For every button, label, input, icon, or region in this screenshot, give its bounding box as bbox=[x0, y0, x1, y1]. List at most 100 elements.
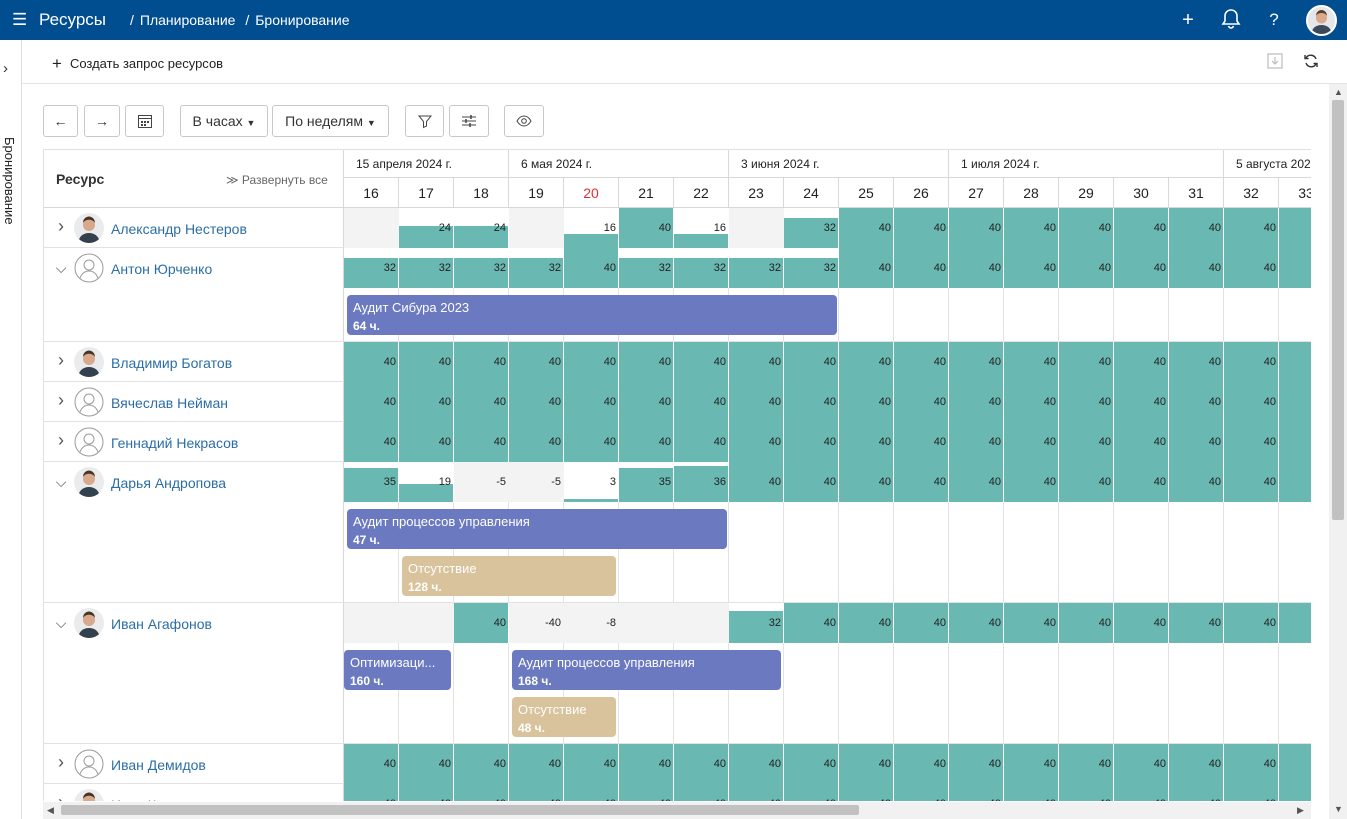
week-header[interactable]: 27 bbox=[949, 178, 1004, 208]
add-icon[interactable]: + bbox=[1176, 8, 1200, 32]
capacity-cell[interactable]: 40 bbox=[344, 744, 399, 784]
capacity-cell[interactable]: 40 bbox=[839, 462, 894, 502]
resource-name[interactable]: Вячеслав Нейман bbox=[111, 395, 228, 411]
capacity-cell[interactable]: 40 bbox=[674, 422, 729, 462]
capacity-cell[interactable]: 40 bbox=[949, 462, 1004, 502]
capacity-cell[interactable]: 40 bbox=[564, 744, 619, 784]
capacity-cell[interactable]: 40 bbox=[729, 784, 784, 801]
capacity-cell[interactable]: 40 bbox=[344, 382, 399, 422]
capacity-cell[interactable]: 40 bbox=[1224, 784, 1279, 801]
capacity-cell[interactable]: 40 bbox=[1059, 342, 1114, 382]
help-icon[interactable]: ? bbox=[1262, 8, 1286, 32]
capacity-cell[interactable] bbox=[729, 208, 784, 248]
capacity-cell[interactable] bbox=[1279, 603, 1311, 643]
capacity-cell[interactable]: 32 bbox=[784, 208, 839, 248]
capacity-cell[interactable]: 40 bbox=[1224, 248, 1279, 288]
scroll-left-icon[interactable]: ◀ bbox=[47, 805, 54, 816]
capacity-cell[interactable]: 40 bbox=[399, 382, 454, 422]
chevron-down-icon[interactable]: ⌵ bbox=[54, 474, 68, 491]
resource-row[interactable]: › Владимир Богатов bbox=[44, 342, 344, 382]
units-dropdown[interactable]: В часах ▼ bbox=[180, 105, 268, 137]
notifications-icon[interactable] bbox=[1219, 8, 1243, 32]
capacity-cell[interactable]: 40 bbox=[399, 744, 454, 784]
capacity-cell[interactable]: 40 bbox=[1004, 382, 1059, 422]
week-header[interactable]: 18 bbox=[454, 178, 509, 208]
capacity-cell[interactable]: 40 bbox=[674, 342, 729, 382]
capacity-cell[interactable]: 32 bbox=[619, 248, 674, 288]
chevron-right-icon[interactable]: › bbox=[54, 792, 68, 801]
capacity-cell[interactable]: 32 bbox=[729, 603, 784, 643]
capacity-cell[interactable]: 40 bbox=[1004, 248, 1059, 288]
capacity-cell[interactable]: 40 bbox=[729, 422, 784, 462]
scroll-down-icon[interactable]: ▼ bbox=[1334, 804, 1343, 814]
capacity-cell[interactable]: 40 bbox=[1224, 462, 1279, 502]
capacity-cell[interactable]: 40 bbox=[1059, 784, 1114, 801]
capacity-cell[interactable] bbox=[344, 208, 399, 248]
capacity-cell[interactable]: 16 bbox=[564, 208, 619, 248]
capacity-cell[interactable]: 40 bbox=[1114, 603, 1169, 643]
week-header[interactable]: 33 bbox=[1279, 178, 1311, 208]
chevron-down-icon[interactable]: ⌵ bbox=[54, 615, 68, 632]
capacity-cell[interactable]: 40 bbox=[839, 422, 894, 462]
resource-row[interactable]: › Вячеслав Нейман bbox=[44, 382, 344, 422]
capacity-cell[interactable]: 40 bbox=[509, 784, 564, 801]
capacity-cell[interactable]: 40 bbox=[1004, 342, 1059, 382]
project-booking[interactable]: Аудит Сибура 2023 64 ч. bbox=[347, 295, 837, 335]
week-header[interactable]: 29 bbox=[1059, 178, 1114, 208]
capacity-cell[interactable]: 32 bbox=[509, 248, 564, 288]
resource-row[interactable]: ⌵ Иван Агафонов bbox=[44, 603, 344, 744]
capacity-cell[interactable]: 40 bbox=[949, 744, 1004, 784]
scroll-up-icon[interactable]: ▲ bbox=[1334, 87, 1343, 97]
week-header[interactable]: 26 bbox=[894, 178, 949, 208]
capacity-cell[interactable]: 40 bbox=[949, 784, 1004, 801]
capacity-cell[interactable]: 40 bbox=[1114, 382, 1169, 422]
capacity-cell[interactable]: 40 bbox=[564, 382, 619, 422]
chevron-right-icon[interactable]: › bbox=[54, 216, 68, 237]
capacity-cell[interactable]: 40 bbox=[949, 342, 1004, 382]
view-button[interactable] bbox=[504, 105, 544, 137]
capacity-cell[interactable]: 40 bbox=[1004, 784, 1059, 801]
capacity-cell[interactable]: 40 bbox=[1004, 422, 1059, 462]
capacity-cell[interactable] bbox=[1279, 422, 1311, 462]
capacity-cell[interactable]: 32 bbox=[454, 248, 509, 288]
side-panel-label[interactable]: Бронирование bbox=[2, 137, 17, 225]
capacity-cell[interactable]: 40 bbox=[1059, 382, 1114, 422]
download-icon[interactable] bbox=[1265, 52, 1285, 72]
project-booking[interactable]: Оптимизаци... 160 ч. bbox=[344, 650, 451, 690]
capacity-cell[interactable]: 32 bbox=[784, 248, 839, 288]
capacity-cell[interactable]: 40 bbox=[839, 342, 894, 382]
capacity-cell[interactable]: -5 bbox=[454, 462, 509, 502]
breadcrumb-planning[interactable]: Планирование bbox=[140, 12, 236, 28]
week-header[interactable]: 23 bbox=[729, 178, 784, 208]
capacity-cell[interactable]: 40 bbox=[509, 382, 564, 422]
resource-row[interactable]: › Иван К... bbox=[44, 784, 344, 801]
next-button[interactable]: → bbox=[84, 105, 120, 137]
week-header[interactable]: 20 bbox=[564, 178, 619, 208]
resource-name[interactable]: Иван Агафонов bbox=[111, 616, 212, 632]
capacity-cell[interactable]: 40 bbox=[729, 342, 784, 382]
vertical-scrollbar[interactable]: ▲ ▼ bbox=[1329, 84, 1347, 819]
chevron-right-icon[interactable]: › bbox=[3, 60, 8, 77]
capacity-cell[interactable]: 40 bbox=[1114, 784, 1169, 801]
capacity-cell[interactable]: 40 bbox=[1169, 208, 1224, 248]
capacity-cell[interactable]: 40 bbox=[839, 208, 894, 248]
capacity-cell[interactable]: 40 bbox=[1059, 462, 1114, 502]
capacity-cell[interactable]: 40 bbox=[1224, 342, 1279, 382]
chevron-right-icon[interactable]: › bbox=[54, 390, 68, 411]
absence-booking[interactable]: Отсутствие 48 ч. bbox=[512, 697, 616, 737]
capacity-cell[interactable]: 40 bbox=[1169, 248, 1224, 288]
capacity-cell[interactable]: 36 bbox=[674, 462, 729, 502]
period-dropdown[interactable]: По неделям ▼ bbox=[272, 105, 389, 137]
capacity-cell[interactable]: 40 bbox=[1224, 208, 1279, 248]
resource-name[interactable]: Иван К... bbox=[111, 797, 168, 801]
capacity-cell[interactable]: 40 bbox=[1114, 744, 1169, 784]
chevron-right-icon[interactable]: › bbox=[54, 430, 68, 451]
horizontal-scroll-thumb[interactable] bbox=[61, 805, 859, 815]
capacity-cell[interactable]: 40 bbox=[894, 248, 949, 288]
capacity-cell[interactable]: 40 bbox=[1169, 784, 1224, 801]
capacity-cell[interactable]: 40 bbox=[1114, 462, 1169, 502]
capacity-cell[interactable]: 40 bbox=[619, 422, 674, 462]
resource-name[interactable]: Иван Демидов bbox=[111, 757, 206, 773]
capacity-cell[interactable]: 40 bbox=[949, 208, 1004, 248]
resource-row[interactable]: ⌵ Антон Юрченко bbox=[44, 248, 344, 342]
